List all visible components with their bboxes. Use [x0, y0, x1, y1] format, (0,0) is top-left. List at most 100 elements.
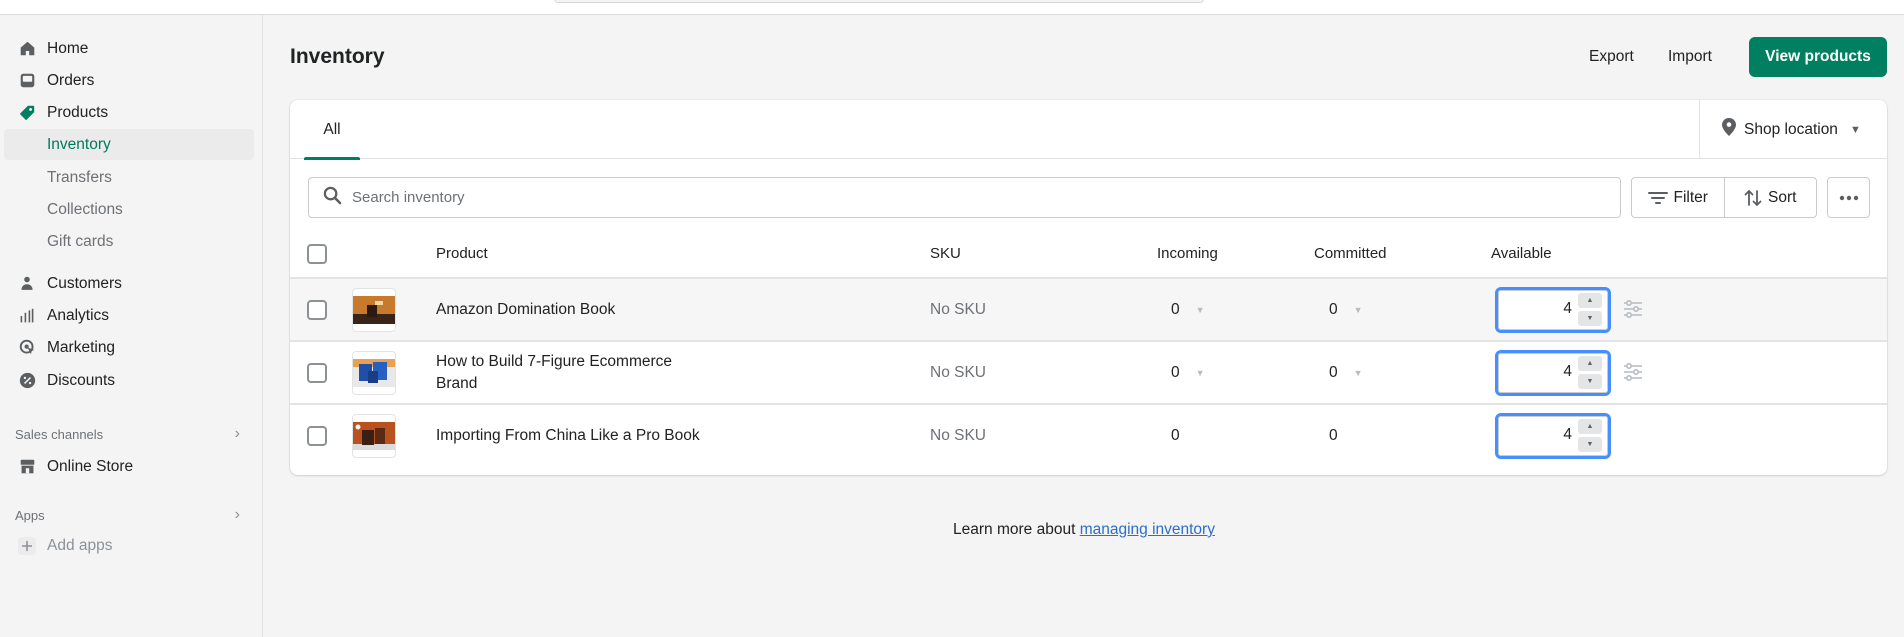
committed-cell[interactable]: 0 ▼ [1329, 279, 1363, 340]
location-label: Shop location [1744, 120, 1838, 138]
available-input[interactable] [1498, 290, 1574, 328]
committed-value: 0 [1329, 426, 1338, 444]
sidebar-item-label: Orders [47, 71, 95, 89]
search-input[interactable] [352, 189, 1592, 206]
sidebar-item-label: Discounts [47, 371, 116, 389]
managing-inventory-link[interactable]: managing inventory [1080, 521, 1215, 538]
table-row: Amazon Domination Book No SKU 0▼ 0▼ ▲ ▼ [290, 279, 1887, 342]
store-icon [18, 458, 36, 476]
sku-cell: No SKU [930, 363, 986, 381]
committed-value: 0 [1329, 300, 1338, 318]
incoming-value: 0 [1171, 363, 1180, 381]
sidebar-item-label: Collections [47, 200, 123, 218]
adjust-sliders-icon[interactable] [1623, 299, 1643, 323]
sales-channels-label: Sales channels [15, 426, 104, 442]
help-text: Learn more about [953, 521, 1080, 538]
incoming-value: 0 [1171, 426, 1180, 444]
bar-chart-icon [18, 307, 36, 325]
table-row: How to Build 7-Figure Ecommerce Brand No… [290, 342, 1887, 405]
global-search-bar[interactable] [554, 0, 1204, 3]
sidebar-item-customers[interactable]: Customers [0, 268, 254, 299]
incoming-value: 0 [1171, 300, 1180, 318]
person-icon [18, 275, 36, 293]
increment-button[interactable]: ▲ [1578, 356, 1602, 371]
table-row: Importing From China Like a Pro Book No … [290, 405, 1887, 468]
product-name[interactable]: Amazon Domination Book [436, 279, 716, 340]
sidebar-item-analytics[interactable]: Analytics [0, 300, 254, 331]
tabs-bar: All Shop location ▼ [290, 100, 1887, 160]
available-quantity-stepper[interactable]: ▲ ▼ [1495, 413, 1611, 459]
sidebar-nav: Home Orders Products Inventory Transfers… [0, 15, 263, 637]
sort-button[interactable]: Sort [1723, 178, 1817, 217]
more-actions-button[interactable] [1827, 177, 1870, 218]
adjust-sliders-icon[interactable] [1623, 362, 1643, 386]
sku-cell: No SKU [930, 426, 986, 444]
apps-section: Apps › [15, 505, 240, 525]
product-thumbnail[interactable] [352, 351, 396, 395]
import-button[interactable]: Import [1668, 48, 1712, 66]
available-input[interactable] [1498, 353, 1574, 391]
row-checkbox[interactable] [307, 363, 327, 383]
sidebar-item-marketing[interactable]: Marketing [0, 332, 254, 363]
tab-label: All [323, 120, 341, 138]
sidebar-item-add-apps[interactable]: Add apps [0, 530, 254, 561]
increment-button[interactable]: ▲ [1578, 293, 1602, 308]
committed-value: 0 [1329, 363, 1338, 381]
chevron-right-icon[interactable]: › [235, 425, 240, 443]
sidebar-item-gift-cards[interactable]: Gift cards [0, 226, 254, 257]
column-header-available: Available [1491, 245, 1552, 262]
view-products-button[interactable]: View products [1749, 37, 1887, 77]
decrement-button[interactable]: ▼ [1578, 311, 1602, 326]
top-bar [0, 0, 1904, 15]
sidebar-item-label: Add apps [47, 536, 113, 554]
select-all-checkbox[interactable] [307, 244, 327, 264]
column-header-committed: Committed [1314, 245, 1387, 262]
sidebar-item-label: Customers [47, 274, 122, 292]
product-thumbnail[interactable] [352, 288, 396, 332]
increment-button[interactable]: ▲ [1578, 419, 1602, 434]
sidebar-item-products[interactable]: Products [0, 97, 254, 128]
tag-icon [18, 104, 36, 122]
filter-icon [1647, 191, 1668, 204]
decrement-button[interactable]: ▼ [1578, 374, 1602, 389]
sidebar-item-online-store[interactable]: Online Store [0, 451, 254, 482]
product-name[interactable]: Importing From China Like a Pro Book [436, 405, 716, 466]
chevron-right-icon[interactable]: › [235, 506, 240, 524]
sidebar-item-orders[interactable]: Orders [0, 65, 254, 96]
row-checkbox[interactable] [307, 426, 327, 446]
tab-all[interactable]: All [304, 100, 360, 160]
available-input[interactable] [1498, 416, 1574, 454]
sidebar-item-inventory[interactable]: Inventory [4, 129, 254, 160]
sidebar-item-home[interactable]: Home [0, 33, 254, 64]
column-header-product: Product [436, 245, 488, 262]
sales-channels-section: Sales channels › [15, 424, 240, 444]
column-header-incoming: Incoming [1157, 245, 1218, 262]
sort-icon [1744, 189, 1762, 206]
available-quantity-stepper[interactable]: ▲ ▼ [1495, 350, 1611, 396]
incoming-cell[interactable]: 0 ▼ [1171, 279, 1205, 340]
sidebar-item-label: Products [47, 103, 109, 121]
decrement-button[interactable]: ▼ [1578, 437, 1602, 452]
column-header-sku: SKU [930, 245, 961, 262]
available-quantity-stepper[interactable]: ▲ ▼ [1495, 287, 1611, 333]
sidebar-item-discounts[interactable]: Discounts [0, 365, 254, 396]
incoming-cell[interactable]: 0 ▼ [1171, 342, 1205, 403]
search-icon [323, 186, 342, 209]
row-checkbox[interactable] [307, 300, 327, 320]
export-button[interactable]: Export [1589, 48, 1634, 66]
committed-cell[interactable]: 0 ▼ [1329, 342, 1363, 403]
sidebar-item-label: Marketing [47, 338, 116, 356]
discount-icon [18, 372, 36, 390]
page-title: Inventory [290, 45, 385, 68]
sidebar-item-transfers[interactable]: Transfers [0, 162, 254, 193]
filter-button[interactable]: Filter [1632, 178, 1724, 217]
caret-down-icon: ▼ [1353, 367, 1363, 378]
sidebar-item-collections[interactable]: Collections [0, 194, 254, 225]
location-select[interactable]: Shop location ▼ [1699, 100, 1887, 159]
product-name[interactable]: How to Build 7-Figure Ecommerce Brand [436, 342, 716, 403]
product-thumbnail[interactable] [352, 414, 396, 458]
sidebar-item-label: Home [47, 39, 89, 57]
location-pin-icon [1722, 118, 1736, 141]
search-field[interactable] [308, 177, 1621, 218]
sidebar-item-label: Gift cards [47, 232, 114, 250]
